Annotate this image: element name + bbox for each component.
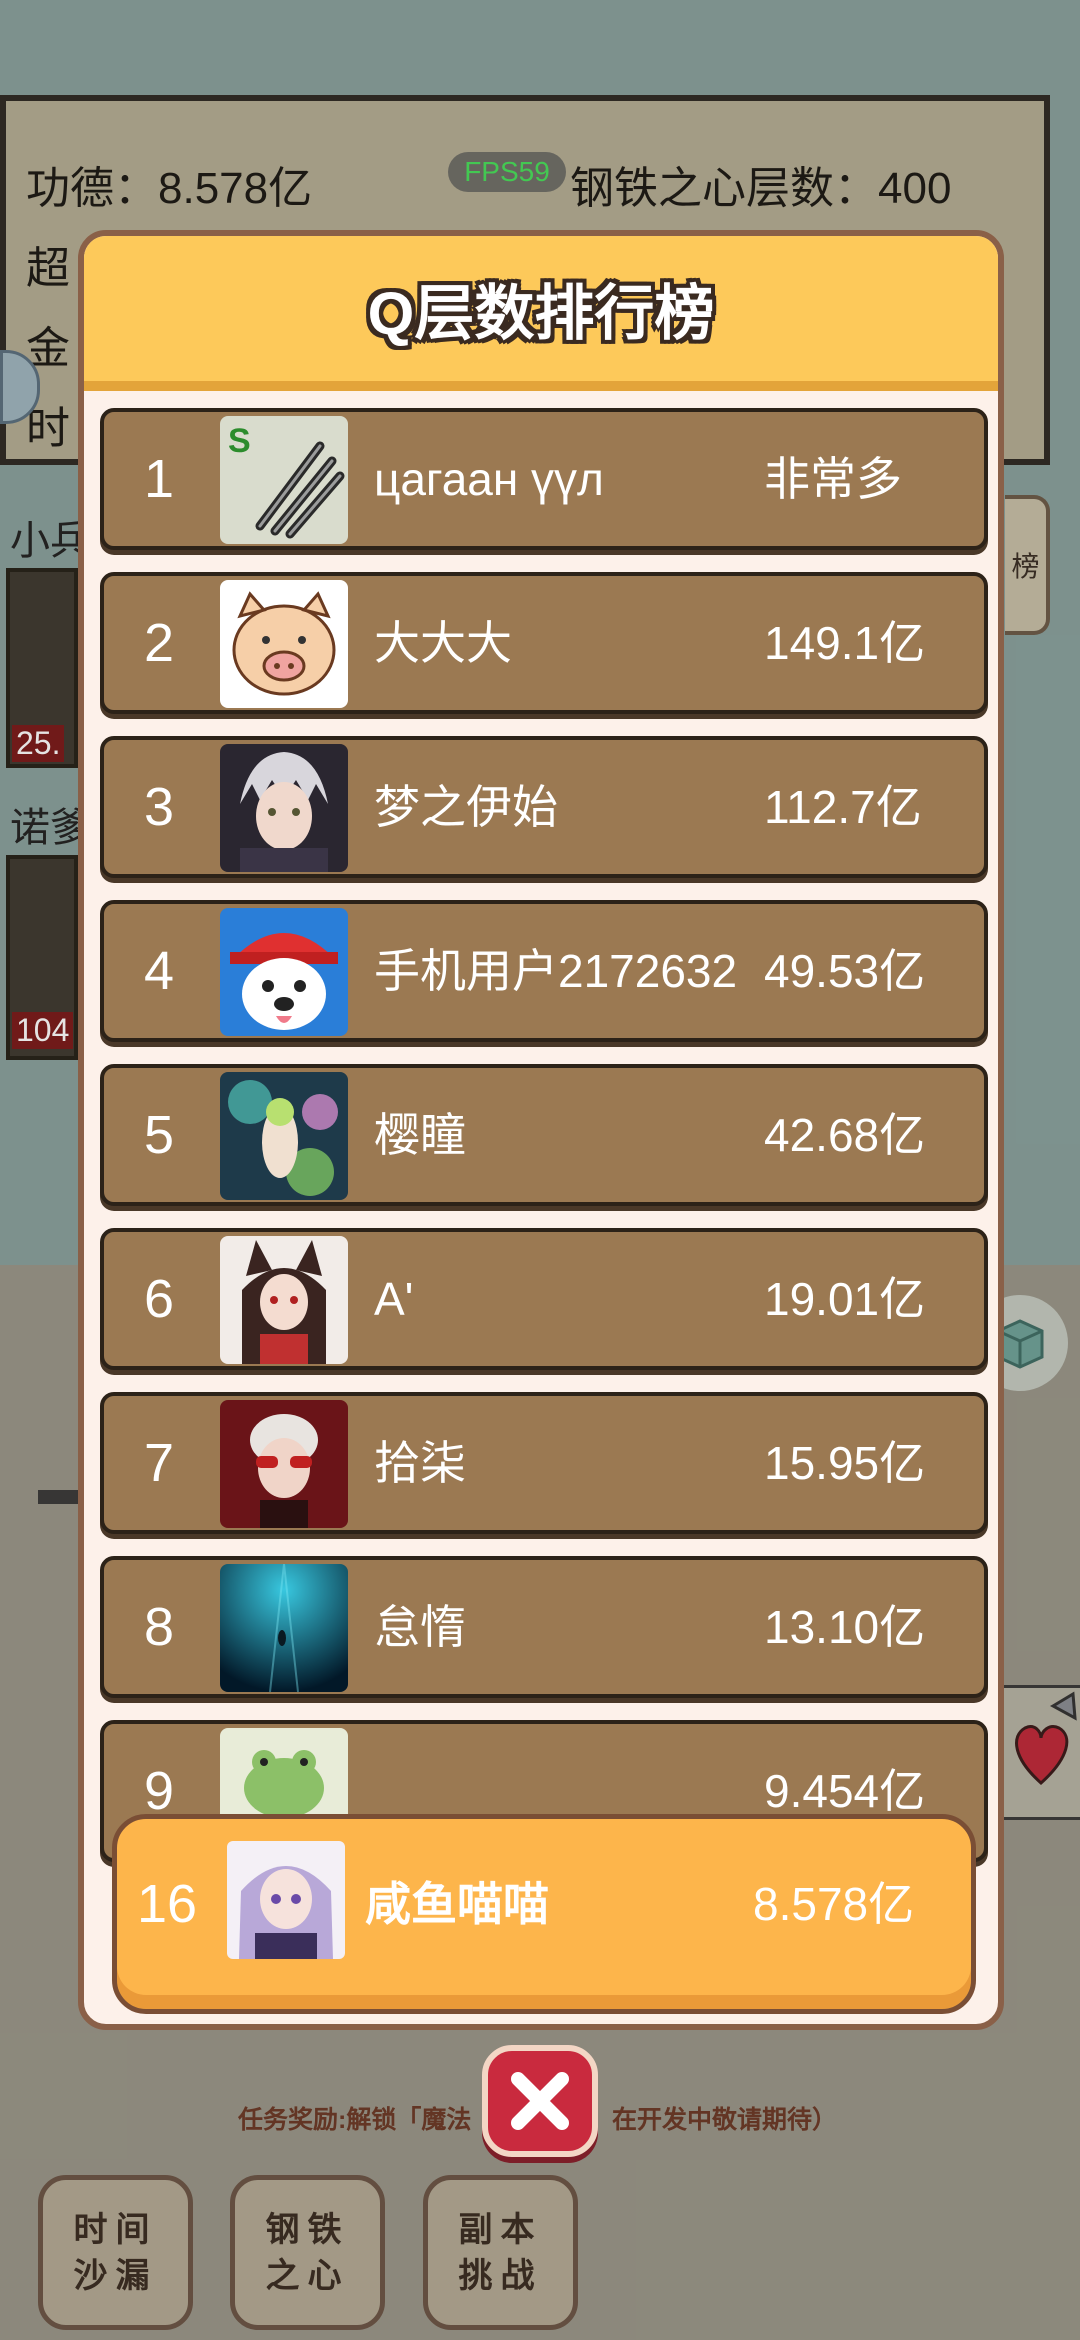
player-score: 49.53亿 [764, 945, 926, 997]
rank-number: 2 [143, 613, 175, 673]
leaderboard-row[interactable]: 5 樱瞳 42.68亿 [100, 1064, 988, 1206]
player-score: 非常多 [764, 453, 902, 505]
player-score: 19.01亿 [764, 1273, 926, 1325]
player-name: 樱瞳 [374, 1109, 466, 1161]
close-button[interactable] [482, 2045, 598, 2157]
my-rank-number: 16 [136, 1874, 198, 1934]
claw-skill-avatar: S [220, 416, 348, 544]
leaderboard-modal: Q层数排行榜 1 S цагаан үүл 非常多 2 大大大 149.1亿 3 [78, 230, 1004, 2030]
pig-avatar [220, 580, 348, 708]
red-glasses-avatar [220, 1400, 348, 1528]
player-name: 大大大 [374, 617, 512, 669]
leaderboard-row[interactable]: 2 大大大 149.1亿 [100, 572, 988, 714]
rank-number: 3 [143, 777, 175, 837]
leaderboard-row[interactable]: 1 S цагаан үүл 非常多 [100, 408, 988, 550]
player-name: 怠惰 [374, 1601, 466, 1653]
leaderboard-list[interactable]: 1 S цагаан үүл 非常多 2 大大大 149.1亿 3 梦之伊始 1… [84, 408, 998, 2024]
leaderboard-row[interactable]: 3 梦之伊始 112.7亿 [100, 736, 988, 878]
close-icon [511, 2072, 569, 2130]
rank-number: 5 [143, 1105, 175, 1165]
svg-text:S: S [228, 422, 251, 460]
my-rank-row[interactable]: 16 咸鱼喵喵 8.578亿 [112, 1814, 976, 2014]
player-name: цагаан үүл [374, 453, 604, 505]
player-name: 梦之伊始 [374, 781, 558, 833]
rank-number: 8 [143, 1597, 175, 1657]
player-score: 42.68亿 [764, 1109, 926, 1161]
rank-number: 1 [143, 449, 175, 509]
player-score: 13.10亿 [764, 1601, 926, 1653]
my-player-score: 8.578亿 [753, 1878, 915, 1930]
leaderboard-header: Q层数排行榜 [84, 236, 998, 391]
fox-girl-avatar [220, 1236, 348, 1364]
leaderboard-row[interactable]: 7 拾柒 15.95亿 [100, 1392, 988, 1534]
leaderboard-row[interactable]: 8 怠惰 13.10亿 [100, 1556, 988, 1698]
rank-number: 4 [143, 941, 175, 1001]
player-score: 112.7亿 [764, 781, 922, 833]
leaderboard-row[interactable]: 4 手机用户2172632 49.53亿 [100, 900, 988, 1042]
anime-silver-hair-avatar [220, 744, 348, 872]
purple-hair-avatar [227, 1841, 345, 1959]
fairy-art-avatar [220, 1072, 348, 1200]
underwater-avatar [220, 1564, 348, 1692]
player-name: 拾柒 [374, 1437, 466, 1489]
rank-number: 6 [143, 1269, 175, 1329]
player-name: 手机用户2172632 [374, 945, 738, 997]
player-score: 149.1亿 [764, 617, 926, 669]
rank-number: 7 [143, 1433, 175, 1493]
player-name: A' [374, 1273, 414, 1325]
leaderboard-title: Q层数排行榜 [367, 280, 715, 347]
player-score: 15.95亿 [764, 1437, 926, 1489]
dog-firefighter-avatar [220, 908, 348, 1036]
my-player-name: 咸鱼喵喵 [365, 1878, 549, 1930]
leaderboard-row[interactable]: 6 A' 19.01亿 [100, 1228, 988, 1370]
